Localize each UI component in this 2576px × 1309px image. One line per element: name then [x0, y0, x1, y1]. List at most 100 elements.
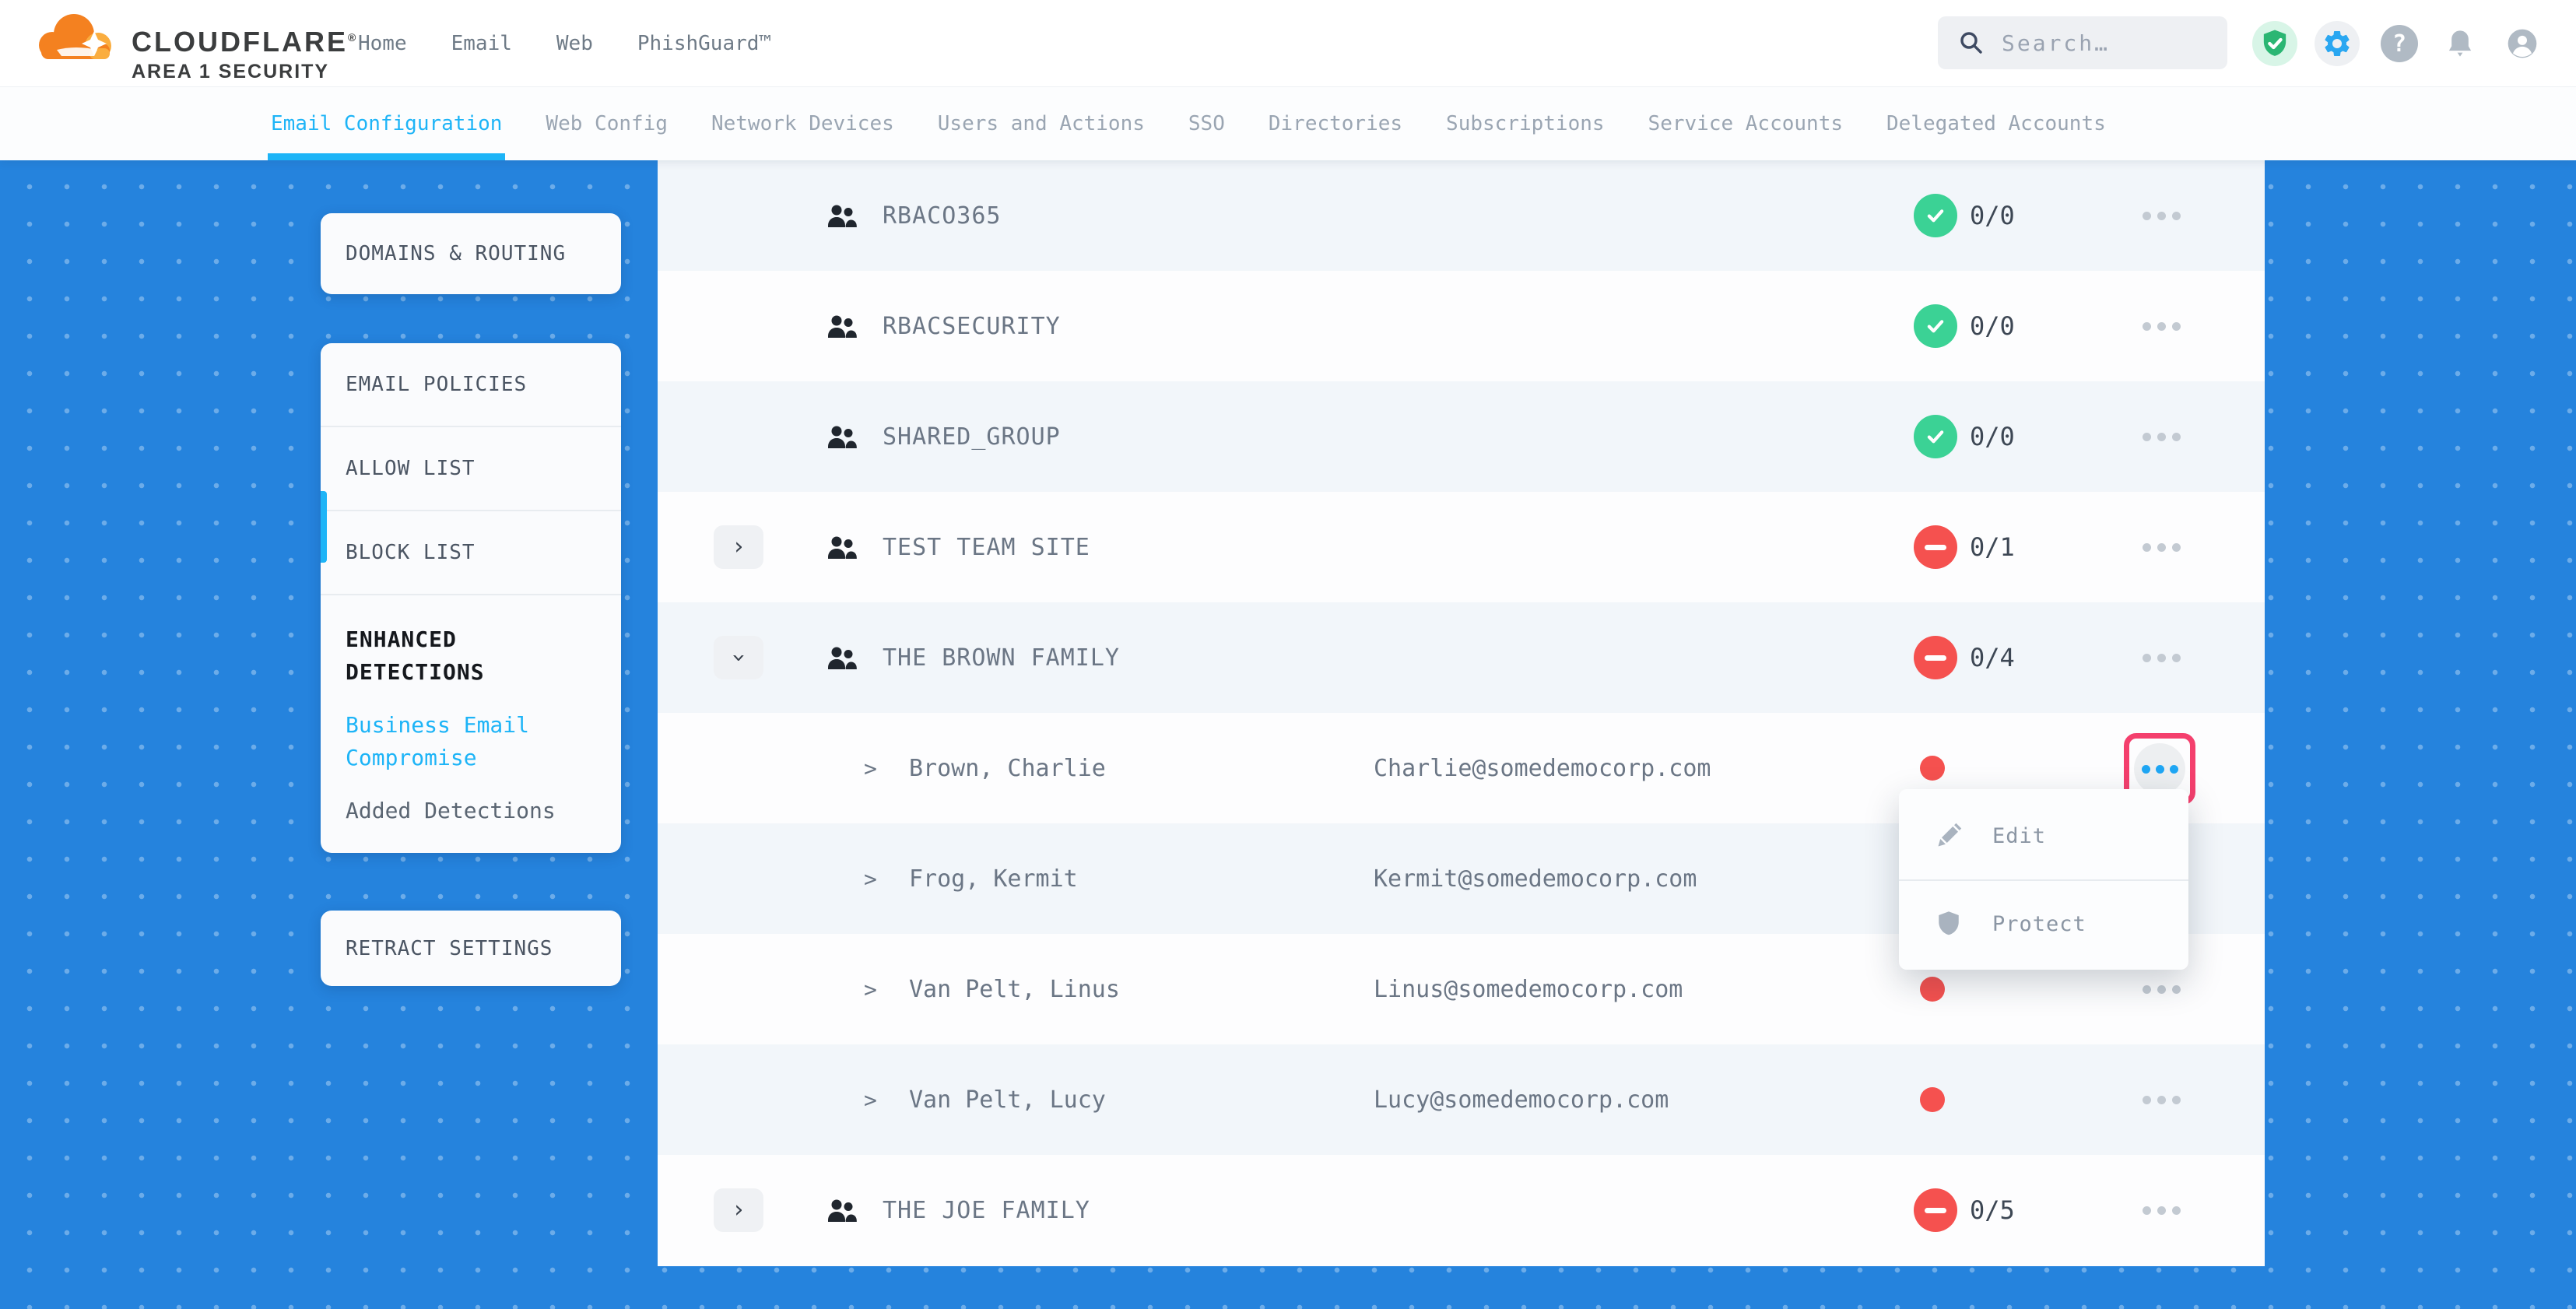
tab-subscriptions[interactable]: Subscriptions: [1446, 87, 1605, 160]
sidebar-item-retract-settings[interactable]: RETRACT SETTINGS: [346, 937, 553, 960]
group-name: TEST TEAM SITE: [883, 492, 1090, 602]
status-blocked-icon: [1914, 1188, 1957, 1232]
table-row: SHARED_GROUP 0/0: [658, 381, 2265, 492]
group-icon: [827, 1198, 857, 1223]
row-actions-button[interactable]: [2143, 271, 2181, 381]
sidebar-group-enhanced-detections: ENHANCED DETECTIONS Business Email Compr…: [321, 595, 621, 827]
person-name: Van Pelt, Linus: [909, 934, 1120, 1044]
tab-service-accounts[interactable]: Service Accounts: [1648, 87, 1843, 160]
menu-item-label: Edit: [1992, 824, 2046, 848]
search-box[interactable]: [1938, 16, 2227, 69]
protected-count: 0/0: [1970, 381, 2015, 492]
sidebar-item-added-detections[interactable]: Added Detections: [346, 795, 596, 827]
status-blocked-icon: [1914, 525, 1957, 569]
table-row: > Van Pelt, Lucy Lucy@somedemocorp.com: [658, 1044, 2265, 1155]
person-name: Brown, Charlie: [909, 713, 1106, 823]
table-row: › THE BROWN FAMILY 0/4: [658, 602, 2265, 713]
sidebar-card-domains-routing[interactable]: DOMAINS & ROUTING: [321, 213, 621, 294]
member-marker: >: [864, 823, 877, 934]
top-nav-web[interactable]: Web: [556, 32, 593, 55]
avatar-icon: [2507, 28, 2538, 59]
row-actions-button[interactable]: [2143, 381, 2181, 492]
status-protected-icon: [1914, 304, 1957, 348]
top-nav-home[interactable]: Home: [358, 32, 407, 55]
status-unprotected-dot: [1920, 1087, 1945, 1112]
notifications-button[interactable]: [2437, 21, 2483, 66]
table-row: › TEST TEAM SITE 0/1: [658, 492, 2265, 602]
person-email: Charlie@somedemocorp.com: [1374, 713, 1711, 823]
search-input[interactable]: [2002, 30, 2204, 56]
top-nav-email[interactable]: Email: [451, 32, 512, 55]
status-blocked-icon: [1914, 636, 1957, 679]
chevron-right-icon: ›: [732, 1198, 746, 1222]
status-unprotected-dot: [1920, 977, 1945, 1002]
row-actions-button[interactable]: [2143, 1155, 2181, 1265]
cloudflare-cloud-icon: [33, 9, 125, 75]
group-name: THE JOE FAMILY: [883, 1155, 1090, 1265]
sidebar-item-label: EMAIL POLICIES: [346, 373, 527, 396]
row-actions-button[interactable]: [2143, 602, 2181, 713]
tab-directories[interactable]: Directories: [1269, 87, 1402, 160]
brand-trademark: ®: [348, 31, 358, 44]
row-context-menu: Edit Protect: [1899, 789, 2188, 970]
row-actions-button[interactable]: [2143, 1044, 2181, 1155]
sidebar-item-email-policies[interactable]: EMAIL POLICIES: [321, 343, 621, 427]
tab-users-and-actions[interactable]: Users and Actions: [938, 87, 1145, 160]
protected-count: 0/1: [1970, 492, 2015, 602]
sidebar-item-allow-list[interactable]: ALLOW LIST: [321, 427, 621, 511]
app-header: CLOUDFLARE® AREA 1 SECURITY Home Email W…: [0, 0, 2576, 87]
cloudflare-logo: CLOUDFLARE® AREA 1 SECURITY: [33, 9, 358, 83]
tab-web-config[interactable]: Web Config: [546, 87, 668, 160]
member-marker: >: [864, 934, 877, 1044]
shield-icon: [1935, 910, 1963, 938]
expand-row-button[interactable]: ›: [714, 1188, 763, 1232]
sidebar-item-domains-routing[interactable]: DOMAINS & ROUTING: [346, 242, 566, 265]
group-name: THE BROWN FAMILY: [883, 602, 1120, 713]
shield-check-icon: [2259, 28, 2290, 59]
expand-row-button[interactable]: ›: [714, 525, 763, 569]
active-item-indicator: [321, 491, 327, 563]
table-row: RBACO365 0/0: [658, 160, 2265, 271]
section-tabs: Email Configuration Web Config Network D…: [0, 87, 2576, 160]
menu-item-label: Protect: [1992, 912, 2086, 936]
sidebar-item-block-list[interactable]: BLOCK LIST: [321, 511, 621, 595]
question-mark-icon: ?: [2381, 25, 2418, 62]
group-icon: [827, 535, 857, 560]
member-marker: >: [864, 713, 877, 823]
group-icon: [827, 314, 857, 339]
search-icon: [1958, 30, 1985, 56]
menu-item-protect[interactable]: Protect: [1899, 879, 2188, 967]
gear-icon: [2322, 28, 2353, 59]
brand-name: CLOUDFLARE®: [132, 23, 358, 56]
row-actions-button[interactable]: [2143, 160, 2181, 271]
status-protected-icon: [1914, 415, 1957, 458]
group-name: SHARED_GROUP: [883, 381, 1061, 492]
security-status-icon[interactable]: [2252, 21, 2297, 66]
menu-item-edit[interactable]: Edit: [1899, 792, 2188, 879]
group-name: RBACSECURITY: [883, 271, 1061, 381]
brand-text: CLOUDFLARE® AREA 1 SECURITY: [132, 9, 358, 83]
tab-network-devices[interactable]: Network Devices: [711, 87, 894, 160]
tab-sso[interactable]: SSO: [1188, 87, 1225, 160]
sidebar-item-enhanced-detections[interactable]: ENHANCED DETECTIONS: [346, 623, 548, 689]
settings-button[interactable]: [2315, 21, 2360, 66]
group-icon: [827, 646, 857, 671]
account-button[interactable]: [2500, 21, 2545, 66]
person-email: Kermit@somedemocorp.com: [1374, 823, 1697, 934]
group-icon: [827, 425, 857, 450]
status-unprotected-dot: [1920, 756, 1945, 781]
help-button[interactable]: ?: [2377, 21, 2422, 66]
ellipsis-icon: [2134, 743, 2185, 795]
sidebar-item-business-email-compromise[interactable]: Business Email Compromise: [346, 709, 540, 774]
top-nav-phishguard[interactable]: PhishGuard™: [637, 32, 771, 55]
table-row: › THE JOE FAMILY 0/5: [658, 1155, 2265, 1265]
table-row: RBACSECURITY 0/0: [658, 271, 2265, 381]
collapse-row-button[interactable]: ›: [714, 636, 763, 679]
row-actions-button[interactable]: [2143, 492, 2181, 602]
sidebar-card-retract-settings[interactable]: RETRACT SETTINGS: [321, 911, 621, 986]
person-email: Linus@somedemocorp.com: [1374, 934, 1683, 1044]
tab-delegated-accounts[interactable]: Delegated Accounts: [1886, 87, 2106, 160]
status-protected-icon: [1914, 194, 1957, 237]
tab-email-configuration[interactable]: Email Configuration: [271, 87, 502, 160]
brand-subtitle: AREA 1 SECURITY: [132, 61, 358, 83]
